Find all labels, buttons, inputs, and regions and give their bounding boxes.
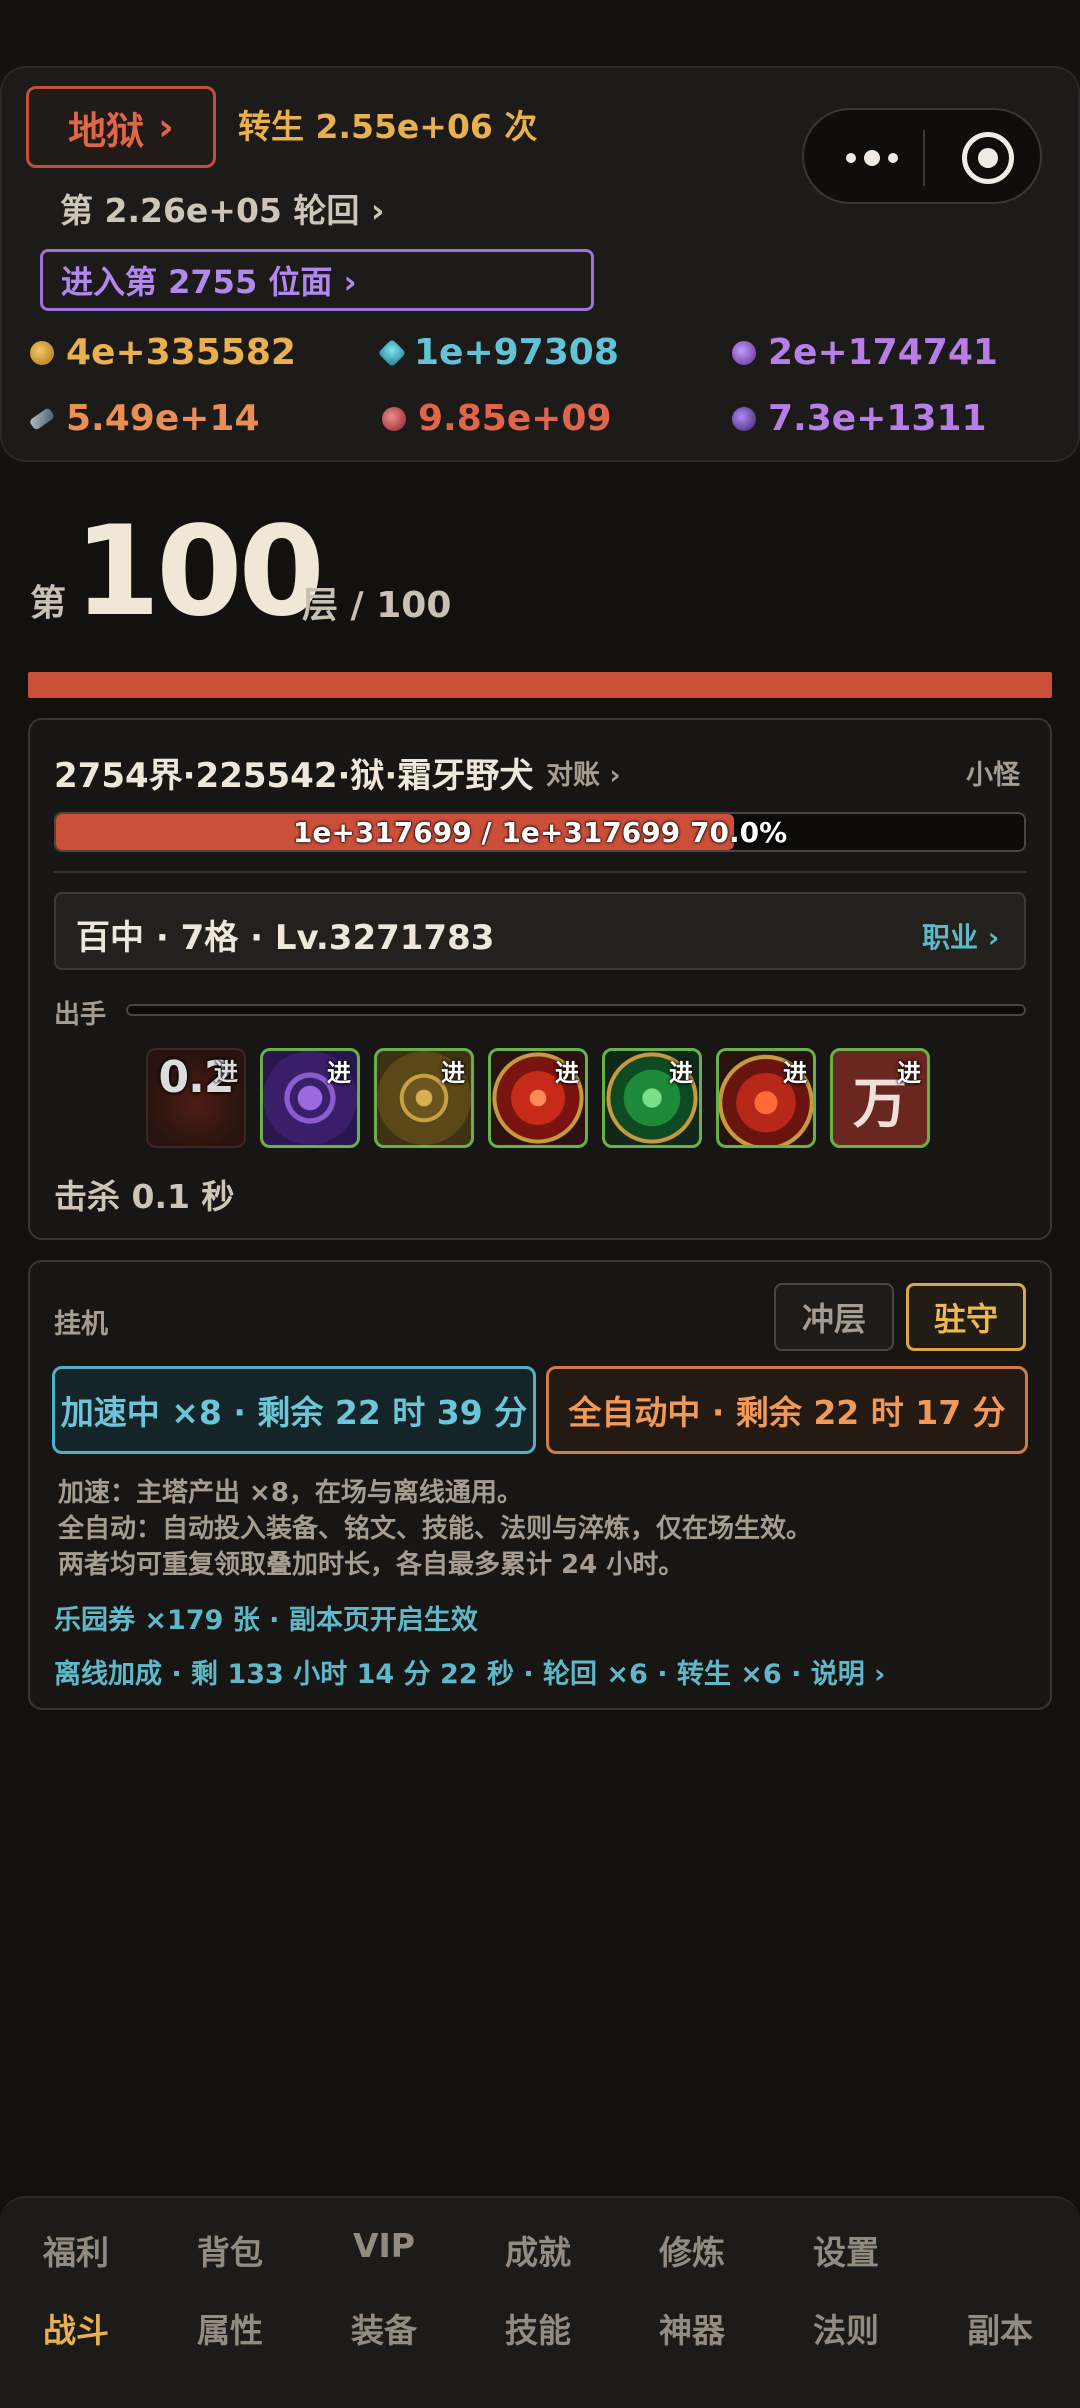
purple-orb-icon	[732, 340, 756, 365]
offline-bonus-link[interactable]: 离线加成 · 剩 133 小时 14 分 22 秒 · 轮回 ×6 · 转生 ×…	[54, 1652, 885, 1691]
ticket-info: 乐园券 ×179 张 · 副本页开启生效	[54, 1605, 478, 1636]
gold-coin-icon	[30, 340, 54, 365]
class-info-text: 百中 · 7格 · Lv.3271783	[76, 918, 495, 958]
boost-note: 加速：主塔产出 ×8，在场与离线通用。	[58, 1478, 523, 1508]
auto-status-button[interactable]: 全自动中 · 剩余 22 时 17 分	[546, 1366, 1028, 1454]
nav-achievement[interactable]: 成就	[478, 2226, 598, 2274]
auto-status-text: 全自动中 · 剩余 22 时 17 分	[568, 1393, 1006, 1432]
floor-total: 层 / 100	[302, 585, 452, 626]
close-target-icon[interactable]	[962, 132, 1014, 184]
skill-advance-badge: 进	[669, 1059, 693, 1087]
boost-status-text: 加速中 ×8 · 剩余 22 时 39 分	[60, 1393, 528, 1432]
green-dragon-skill-icon[interactable]: 进	[602, 1048, 702, 1148]
nav-battle[interactable]: 战斗	[16, 2304, 136, 2352]
auto-note: 全自动：自动投入装备、铭文、技能、法则与淬炼，仅在场生效。	[58, 1514, 813, 1544]
floor-number: 100	[74, 500, 325, 644]
chevron-right-icon: ›	[158, 105, 174, 149]
nav-equipment[interactable]: 装备	[324, 2304, 444, 2352]
reconcile-link[interactable]: 对账 ›	[546, 753, 621, 792]
enemy-name: 2754界·225542·狱·霜牙野犬	[54, 756, 534, 796]
resource-value: 4e+335582	[66, 332, 296, 373]
attack-progress-bar	[126, 1004, 1026, 1016]
more-menu-icon[interactable]	[836, 110, 908, 206]
purple-target-skill-icon[interactable]: 进	[260, 1048, 360, 1148]
flame-beast-skill-icon[interactable]: 进	[716, 1048, 816, 1148]
samsara-link[interactable]: 第 2.26e+05 轮回 ›	[60, 184, 384, 232]
resource-value: 1e+97308	[414, 332, 619, 373]
resource-gem: 1e+97308	[377, 332, 619, 373]
resource-whetstone: 5.49e+14	[28, 398, 260, 439]
resource-rune: 7.3e+1311	[732, 398, 987, 439]
floor-progress-bar	[28, 672, 1052, 698]
enemy-hp-bar: 1e+317699 / 1e+317699 70.0%	[54, 812, 1026, 852]
resource-crystal: 9.85e+09	[382, 398, 612, 439]
resource-gold: 4e+335582	[30, 332, 296, 373]
nav-dungeon[interactable]: 副本	[940, 2304, 1060, 2352]
dark-skill-icon[interactable]: 0.2 进	[146, 1048, 246, 1148]
divider	[54, 871, 1026, 873]
floor-prefix: 第	[30, 583, 67, 624]
realm-label: 地狱	[68, 108, 145, 153]
resource-value: 7.3e+1311	[768, 398, 987, 439]
red-crystal-icon	[382, 406, 406, 431]
skill-advance-badge: 进	[327, 1059, 351, 1087]
guard-mode-label: 驻守	[933, 1300, 998, 1338]
resource-value: 9.85e+09	[418, 398, 612, 439]
enemy-type-label: 小怪	[966, 760, 1020, 791]
attack-label: 出手	[54, 1000, 107, 1030]
skill-advance-badge: 进	[897, 1059, 921, 1087]
skill-advance-badge: 进	[783, 1059, 807, 1087]
cyan-gem-icon	[377, 338, 407, 367]
red-vortex-skill-icon[interactable]: 进	[488, 1048, 588, 1148]
nav-laws[interactable]: 法则	[786, 2304, 906, 2352]
enemy-hp-text: 1e+317699 / 1e+317699 70.0%	[292, 815, 788, 849]
guard-mode-button[interactable]: 驻守	[906, 1283, 1026, 1351]
climb-mode-label: 冲层	[801, 1300, 866, 1338]
skill-advance-badge: 进	[555, 1059, 579, 1087]
nav-artifacts[interactable]: 神器	[632, 2304, 752, 2352]
nav-vip[interactable]: VIP	[324, 2226, 444, 2265]
stack-note: 两者均可重复领取叠加时长，各自最多累计 24 小时。	[58, 1550, 685, 1580]
rebirth-count: 转生 2.55e+06 次	[238, 107, 538, 146]
class-link[interactable]: 职业 ›	[922, 916, 999, 956]
violet-rune-icon	[732, 406, 756, 431]
golden-rune-skill-icon[interactable]: 进	[374, 1048, 474, 1148]
nav-settings[interactable]: 设置	[786, 2226, 906, 2274]
skill-advance-badge: 进	[214, 1058, 238, 1086]
nav-attributes[interactable]: 属性	[170, 2304, 290, 2352]
wan-character-skill-icon[interactable]: 万 进	[830, 1048, 930, 1148]
resource-orb: 2e+174741	[732, 332, 998, 373]
nav-welfare[interactable]: 福利	[16, 2226, 136, 2274]
whetstone-icon	[28, 406, 56, 431]
enter-plane-label: 进入第 2755 位面 ›	[61, 263, 357, 301]
resource-value: 2e+174741	[768, 332, 998, 373]
enter-plane-button[interactable]: 进入第 2755 位面 ›	[40, 249, 594, 311]
kill-time: 击杀 0.1 秒	[54, 1177, 235, 1216]
nav-bag[interactable]: 背包	[170, 2226, 290, 2274]
skill-advance-badge: 进	[441, 1059, 465, 1087]
idle-title: 挂机	[54, 1309, 108, 1340]
resource-value: 5.49e+14	[66, 398, 260, 439]
miniprogram-capsule	[802, 108, 1042, 204]
boost-status-button[interactable]: 加速中 ×8 · 剩余 22 时 39 分	[52, 1366, 536, 1454]
climb-mode-button[interactable]: 冲层	[774, 1283, 894, 1351]
realm-button[interactable]: 地狱 ›	[26, 86, 216, 168]
nav-skills[interactable]: 技能	[478, 2304, 598, 2352]
nav-cultivation[interactable]: 修炼	[632, 2226, 752, 2274]
